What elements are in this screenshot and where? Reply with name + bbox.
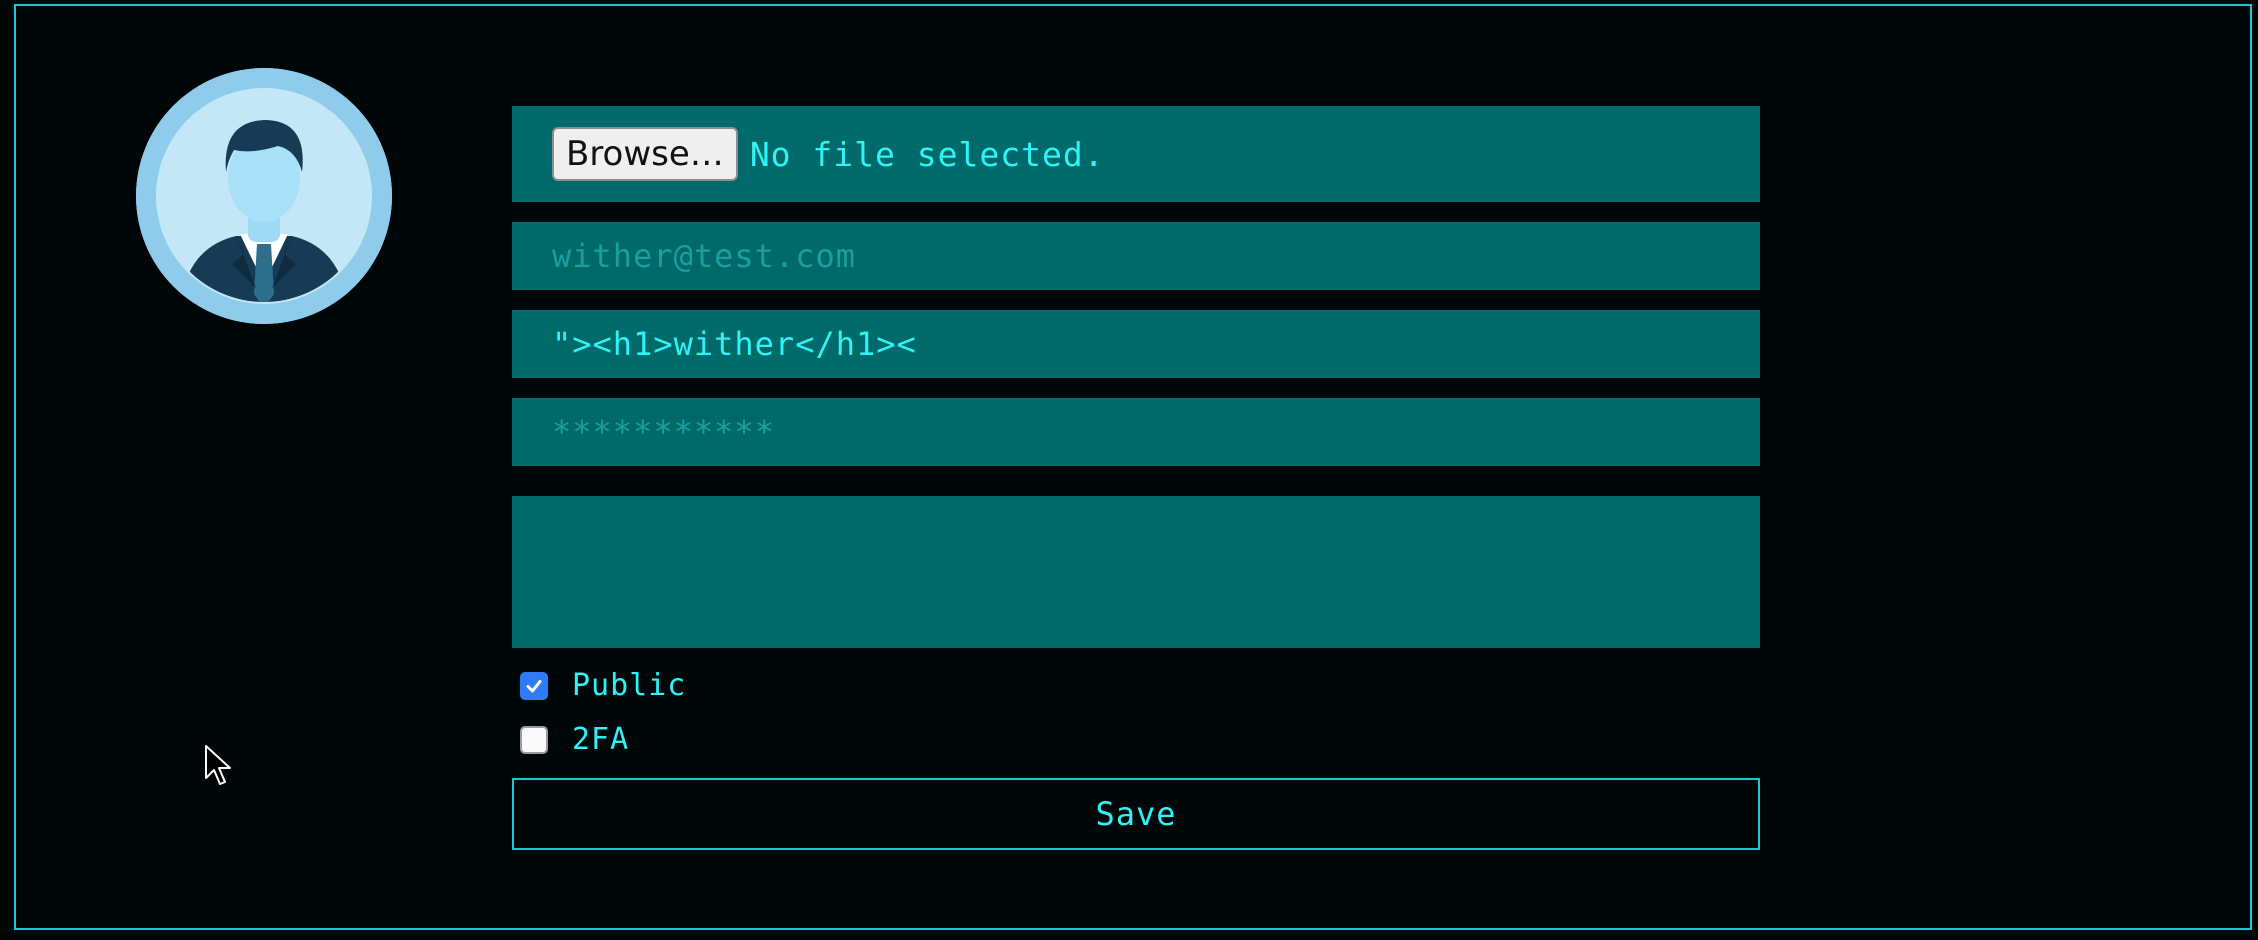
- save-button[interactable]: Save: [512, 778, 1760, 850]
- user-avatar-icon[interactable]: [136, 68, 392, 324]
- file-status-text: No file selected.: [749, 134, 1105, 174]
- username-input[interactable]: [512, 310, 1760, 378]
- password-input[interactable]: [512, 398, 1760, 466]
- browse-button[interactable]: Browse…: [552, 127, 738, 181]
- public-checkbox-row[interactable]: Public: [520, 668, 686, 703]
- avatar-upload-field: Browse… No file selected.: [512, 106, 1760, 202]
- username-field-container: [512, 310, 1760, 378]
- password-field-container: [512, 398, 1760, 466]
- bio-textarea[interactable]: [512, 496, 1760, 648]
- public-checkbox[interactable]: [520, 671, 548, 700]
- email-input[interactable]: [512, 222, 1760, 290]
- mouse-pointer-icon: [205, 745, 231, 785]
- checkmark-icon: [526, 679, 542, 692]
- twofa-checkbox-row[interactable]: 2FA: [520, 722, 629, 757]
- bio-field-container: [512, 496, 1760, 648]
- twofa-label: 2FA: [572, 722, 630, 757]
- public-label: Public: [572, 668, 687, 703]
- twofa-checkbox[interactable]: [520, 725, 548, 754]
- avatar-graphic: [136, 68, 392, 324]
- email-field-container: [512, 222, 1760, 290]
